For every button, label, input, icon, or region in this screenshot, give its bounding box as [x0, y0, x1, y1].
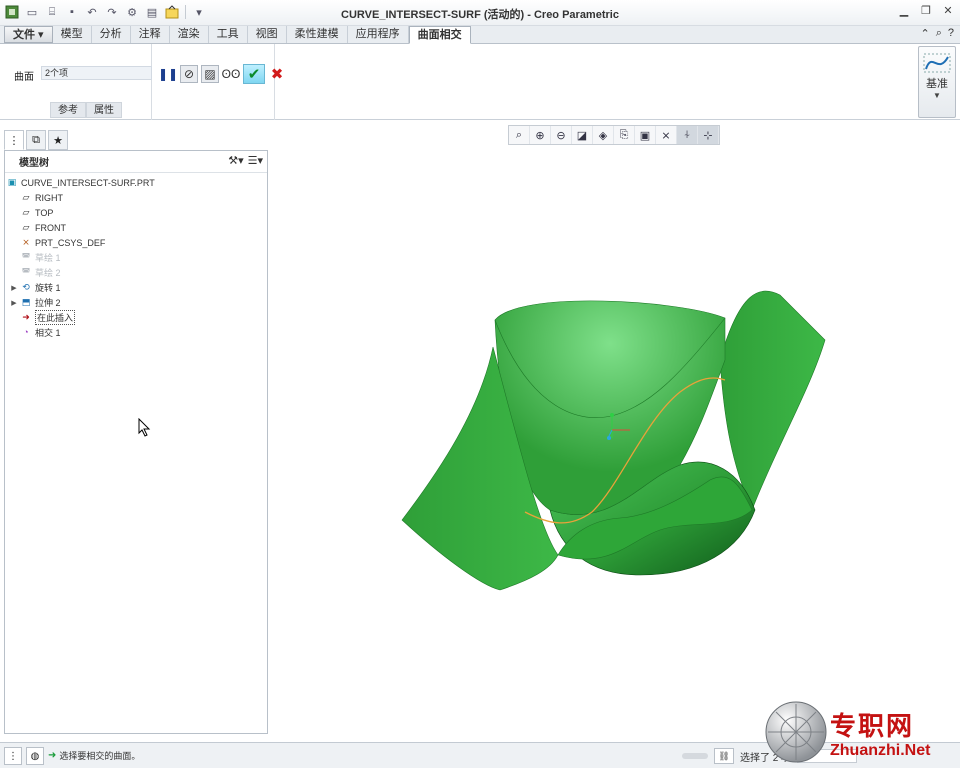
sketch-icon: ◚ [21, 251, 31, 262]
datum-plane-icon: ▱ [22, 191, 30, 202]
app-logo-icon [4, 4, 20, 20]
surface-collector[interactable]: 2个项 [41, 66, 152, 80]
find-icon[interactable]: ⛓ [714, 748, 734, 764]
tree-item-sketch-2[interactable]: ◚ 草绘 2 [5, 265, 267, 280]
title-bar: ▭ ⌸ ▪ ↶ ↷ ⚙ ▤ ▾ CURVE_INTERSECT-SURF (活动… [0, 0, 960, 26]
watermark: 专职网 Zhuanzhi.Net [764, 700, 950, 764]
datum-display-icon[interactable]: ⨯ [656, 126, 677, 144]
regen-slider[interactable] [682, 753, 708, 759]
refit-icon[interactable]: ⌕ [509, 126, 530, 144]
minimize-icon[interactable]: ▁ [896, 4, 912, 18]
folder-browser-tab-icon[interactable]: ⧉ [26, 130, 46, 150]
tab-flexible-modeling[interactable]: 柔性建模 [287, 26, 348, 43]
close-icon[interactable]: ✕ [940, 4, 956, 18]
spin-center-icon[interactable]: ⊹ [698, 126, 719, 144]
tree-columns-icon[interactable]: ☰▾ [248, 154, 263, 167]
no-preview-icon[interactable]: ⊘ [180, 65, 198, 83]
tree-item-sketch-1[interactable]: ◚ 草绘 1 [5, 250, 267, 265]
save-icon[interactable]: ▪ [64, 4, 80, 20]
datum-button[interactable]: 基准 ▼ [918, 46, 956, 118]
verify-mode-icon[interactable]: ʘʘ [222, 65, 241, 83]
datum-plane-icon: ▱ [22, 221, 30, 232]
graphics-toolbar: ⌕ ⊕ ⊖ ◪ ◈ ⎘ ▣ ⨯ ⍭ ⊹ [508, 125, 720, 145]
tree-item-part[interactable]: ▣ CURVE_INTERSECT-SURF.PRT [5, 175, 267, 190]
sketch-icon: ◚ [21, 266, 31, 277]
feature-controls-group: ❚❚ ⊘ ▨ ʘʘ ✔ ✖ [153, 44, 283, 120]
extrude-icon: ⬒ [21, 296, 31, 307]
tree-item-csys[interactable]: ⨯ PRT_CSYS_DEF [5, 235, 267, 250]
part-icon: ▣ [7, 176, 17, 187]
saved-views-icon[interactable]: ⎘ [614, 126, 635, 144]
ribbon-tab-row: 文件 ▾ 模型 分析 注释 渲染 工具 视图 柔性建模 应用程序 曲面相交 ⌃ … [0, 26, 960, 44]
collapse-ribbon-icon[interactable]: ⌃ [920, 27, 929, 40]
preview-icon[interactable]: ▨ [201, 65, 219, 83]
model-tree-tab-icon[interactable]: ⋮ [4, 130, 24, 150]
watermark-ball-logo [765, 701, 827, 763]
csys-icon: ⨯ [22, 236, 30, 247]
tab-surface-intersect[interactable]: 曲面相交 [408, 26, 471, 44]
tree-settings-icon[interactable]: ⚒▾ [228, 154, 243, 167]
mouse-cursor-icon [138, 418, 151, 437]
tree-item-insert-here[interactable]: ➜ 在此插入 [5, 310, 267, 325]
restore-icon[interactable]: ❐ [918, 4, 934, 18]
tab-tools[interactable]: 工具 [209, 26, 248, 43]
tab-analysis[interactable]: 分析 [92, 26, 131, 43]
tree-item-right[interactable]: ▱ RIGHT [5, 190, 267, 205]
model-tree-panel: 模型树 ⚒▾ ☰▾ ▣ CURVE_INTERSECT-SURF.PRT ▱ R… [4, 150, 268, 734]
intersect-icon: ◔ [23, 326, 29, 337]
message-area: ➜ 选择要相交的曲面。 [48, 750, 141, 761]
tab-file[interactable]: 文件 ▾ [4, 26, 53, 43]
display-style-icon[interactable]: ◈ [593, 126, 614, 144]
redo-icon[interactable]: ↷ [104, 4, 120, 20]
tab-model[interactable]: 模型 [53, 26, 92, 43]
pause-icon[interactable]: ❚❚ [158, 65, 178, 83]
cancel-icon[interactable]: ✖ [268, 65, 286, 83]
repaint-icon[interactable]: ◪ [572, 126, 593, 144]
insert-here-icon: ➜ [22, 311, 30, 322]
toggle-navigator-icon[interactable]: ⋮ [4, 747, 22, 765]
tree-item-intersect-1[interactable]: ◔ 相交 1 [5, 325, 267, 340]
references-group: 曲面 2个项 参考 属性 [4, 44, 152, 120]
datum-plane-icon: ▱ [22, 206, 30, 217]
tree-item-revolve-1[interactable]: ▶ ⟲ 旋转 1 [5, 280, 267, 295]
datum-dropdown-icon: ▼ [933, 91, 941, 100]
ribbon: 曲面 2个项 参考 属性 ❚❚ ⊘ ▨ ʘʘ ✔ ✖ 基准 ▼ [0, 44, 960, 120]
regenerate-icon[interactable]: ⚙ [124, 4, 140, 20]
annotation-display-icon[interactable]: ⍭ [677, 126, 698, 144]
expand-icon[interactable]: ▶ [9, 284, 19, 292]
tab-view[interactable]: 视图 [248, 26, 287, 43]
search-icon[interactable]: ⌕ [936, 27, 942, 40]
tree-item-extrude-2[interactable]: ▶ ⬒ 拉伸 2 [5, 295, 267, 310]
ok-checkmark-icon[interactable]: ✔ [243, 64, 265, 84]
tab-annotate[interactable]: 注释 [131, 26, 170, 43]
tab-render[interactable]: 渲染 [170, 26, 209, 43]
windows-icon[interactable]: ▤ [144, 4, 160, 20]
help-icon[interactable]: ? [948, 27, 954, 40]
revolve-icon: ⟲ [22, 281, 30, 292]
references-subtab[interactable]: 参考 [50, 102, 86, 118]
undo-icon[interactable]: ↶ [84, 4, 100, 20]
properties-subtab[interactable]: 属性 [86, 102, 122, 118]
message-arrow-icon: ➜ [48, 750, 57, 761]
view-manager-icon[interactable]: ▣ [635, 126, 656, 144]
quick-access-toolbar: ▭ ⌸ ▪ ↶ ↷ ⚙ ▤ ▾ [4, 4, 207, 20]
new-file-icon[interactable]: ▭ [24, 4, 40, 20]
tree-item-top[interactable]: ▱ TOP [5, 205, 267, 220]
browser-toggle-icon[interactable]: ◍ [26, 747, 44, 765]
tab-applications[interactable]: 应用程序 [348, 26, 409, 43]
tree-item-front[interactable]: ▱ FRONT [5, 220, 267, 235]
datum-curve-icon [919, 51, 955, 75]
favorites-tab-icon[interactable]: ★ [48, 130, 68, 150]
customize-dropdown-icon[interactable]: ▾ [191, 4, 207, 20]
expand-icon[interactable]: ▶ [9, 299, 19, 307]
close-window-icon[interactable] [164, 4, 180, 20]
surface-model-view[interactable] [380, 280, 840, 610]
zoom-in-icon[interactable]: ⊕ [530, 126, 551, 144]
model-tree-title: 模型树 [19, 158, 49, 169]
zoom-out-icon[interactable]: ⊖ [551, 126, 572, 144]
surface-label: 曲面 [14, 72, 34, 83]
open-file-icon[interactable]: ⌸ [44, 4, 60, 20]
